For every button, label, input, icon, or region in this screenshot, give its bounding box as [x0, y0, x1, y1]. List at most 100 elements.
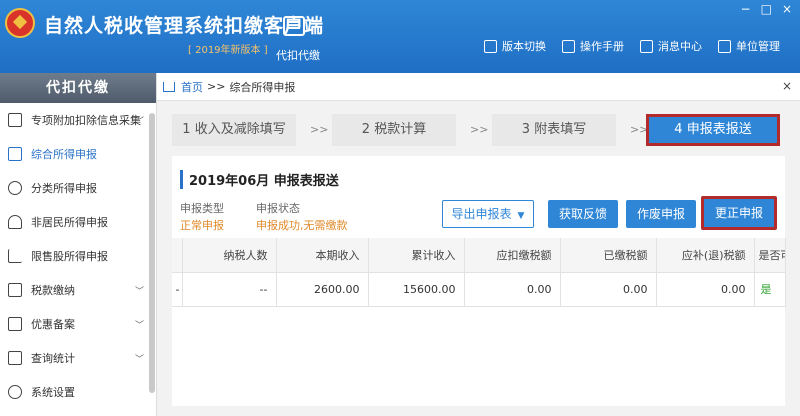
window-controls: − □ ×	[741, 2, 792, 16]
breadcrumb-separator: >>	[207, 80, 226, 93]
tax-emblem-icon	[5, 8, 35, 38]
message-center-label: 消息中心	[658, 40, 702, 53]
report-panel: 2019年06月 申报表报送 申报类型 正常申报 申报状态 申报成功,无需缴款 …	[172, 156, 786, 406]
step-schedule-entry[interactable]: 3 附表填写	[492, 114, 616, 146]
close-tab-icon[interactable]: ×	[782, 79, 792, 93]
sidebar-item-comprehensive-income[interactable]: 综合所得申报	[0, 137, 156, 171]
sidebar-item-system-settings[interactable]: 系统设置	[0, 375, 156, 409]
column-header: 应扣缴税额	[464, 238, 561, 273]
sidebar-scrollbar[interactable]	[149, 113, 155, 393]
breadcrumb-current: 综合所得申报	[229, 80, 296, 94]
module-label[interactable]: 代扣代缴	[276, 47, 320, 63]
step-tax-calculation[interactable]: 2 税款计算	[332, 114, 456, 146]
building-icon	[718, 39, 731, 53]
panel-title: 2019年06月 申报表报送	[180, 170, 339, 189]
sidebar-item-label: 优惠备案	[31, 318, 75, 331]
sidebar-item-non-resident[interactable]: 非居民所得申报	[0, 205, 156, 239]
table-row[interactable]: - -- 2600.00 15600.00 0.00 0.00 0.00 是	[172, 272, 786, 307]
close-window-button[interactable]: ×	[782, 2, 792, 16]
layers-icon	[8, 147, 22, 161]
column-header: 已缴税额	[560, 238, 657, 273]
header-actions: 版本切换 操作手册 消息中心 单位管理	[484, 38, 780, 54]
export-report-label: 导出申报表	[451, 207, 512, 221]
bar-chart-icon	[8, 249, 22, 263]
get-feedback-button[interactable]: 获取反馈	[548, 200, 618, 228]
chevron-down-icon: ﹀	[134, 117, 144, 127]
maximize-button[interactable]: □	[761, 2, 772, 16]
table-cell: 2600.00	[276, 272, 369, 307]
table-cell: --	[182, 272, 277, 307]
sidebar-item-label: 系统设置	[31, 386, 75, 399]
table-cell-yes: 是	[754, 272, 786, 307]
message-center-button[interactable]: 消息中心	[640, 38, 702, 54]
search-list-icon	[8, 351, 22, 365]
declare-type-label: 申报类型	[180, 202, 224, 215]
unit-management-button[interactable]: 单位管理	[718, 38, 780, 54]
manual-button[interactable]: 操作手册	[562, 38, 624, 54]
sidebar-item-label: 专项附加扣除信息采集	[31, 114, 141, 127]
sidebar-item-label: 限售股所得申报	[31, 250, 108, 263]
sidebar-item-classified-income[interactable]: 分类所得申报	[0, 171, 156, 205]
app-header: 自然人税收管理系统扣缴客户端 [ 2019年新版本 ] 代扣代缴 版本切换 操作…	[0, 0, 800, 73]
table-cell: 15600.00	[368, 272, 465, 307]
sidebar-item-tax-payment[interactable]: 税款缴纳 ﹀	[0, 273, 156, 307]
table-cell: 0.00	[560, 272, 657, 307]
manual-icon	[562, 39, 575, 53]
person-icon	[8, 215, 22, 229]
sidebar-item-label: 综合所得申报	[31, 148, 97, 161]
withholding-module-icon[interactable]	[283, 16, 305, 36]
column-header: 本期收入	[276, 238, 369, 273]
version-switch-button[interactable]: 版本切换	[484, 38, 546, 54]
sidebar-item-label: 查询统计	[31, 352, 75, 365]
sidebar-item-label: 非居民所得申报	[31, 216, 108, 229]
breadcrumb-home-link[interactable]: 首页	[181, 79, 203, 95]
step-separator: >>	[310, 123, 329, 136]
sidebar-item-query-stats[interactable]: 查询统计 ﹀	[0, 341, 156, 375]
swap-icon	[484, 39, 497, 53]
sidebar: 代扣代缴 专项附加扣除信息采集 ﹀ 综合所得申报 分类所得申报 非居民所得申报 …	[0, 73, 157, 416]
report-table: 纳税人数 本期收入 累计收入 应扣缴税额 已缴税额 应补(退)税额 是否可 - …	[172, 238, 786, 307]
column-header	[172, 238, 183, 273]
export-report-dropdown[interactable]: 导出申报表 ▼	[442, 200, 534, 228]
unit-management-label: 单位管理	[736, 40, 780, 53]
chevron-down-icon: ▼	[517, 211, 525, 221]
gear-icon	[8, 385, 22, 399]
declare-status-label: 申报状态	[256, 202, 300, 215]
column-header: 应补(退)税额	[656, 238, 755, 273]
mail-icon	[640, 39, 653, 53]
column-header: 累计收入	[368, 238, 465, 273]
sidebar-item-label: 税款缴纳	[31, 284, 75, 297]
void-declaration-button[interactable]: 作废申报	[626, 200, 696, 228]
version-badge-text: 2019年新版本	[195, 45, 261, 56]
sidebar-item-preferential-filing[interactable]: 优惠备案 ﹀	[0, 307, 156, 341]
column-header: 纳税人数	[182, 238, 277, 273]
list-icon	[8, 113, 22, 127]
declare-type-value: 正常申报	[180, 219, 224, 232]
wallet-icon	[8, 283, 22, 297]
row-marker: -	[172, 272, 183, 307]
sidebar-item-special-deduction[interactable]: 专项附加扣除信息采集 ﹀	[0, 103, 156, 137]
version-badge: [ 2019年新版本 ]	[188, 45, 268, 56]
chevron-down-icon: ﹀	[134, 321, 144, 331]
step-separator: >>	[470, 123, 489, 136]
breadcrumb: 首页 >> 综合所得申报 ×	[157, 73, 800, 101]
sidebar-item-restricted-shares[interactable]: 限售股所得申报	[0, 239, 156, 273]
step-income-entry[interactable]: 1 收入及减除填写	[172, 114, 296, 146]
table-cell: 0.00	[656, 272, 755, 307]
sidebar-item-label: 分类所得申报	[31, 182, 97, 195]
chevron-down-icon: ﹀	[134, 355, 144, 365]
chevron-down-icon: ﹀	[134, 287, 144, 297]
home-icon	[163, 81, 175, 92]
table-header-row: 纳税人数 本期收入 累计收入 应扣缴税额 已缴税额 应补(退)税额 是否可	[172, 238, 786, 273]
pie-icon	[8, 181, 22, 195]
app-title: 自然人税收管理系统扣缴客户端	[44, 15, 325, 37]
manual-label: 操作手册	[580, 40, 624, 53]
declare-status-value: 申报成功,无需缴款	[256, 219, 348, 232]
minimize-button[interactable]: −	[741, 2, 751, 16]
sidebar-title: 代扣代缴	[0, 73, 156, 103]
column-header: 是否可	[754, 238, 786, 273]
document-icon	[8, 317, 22, 331]
step-report-submission[interactable]: 4 申报表报送	[646, 114, 780, 146]
table-cell: 0.00	[464, 272, 561, 307]
correct-declaration-button[interactable]: 更正申报	[701, 196, 777, 230]
